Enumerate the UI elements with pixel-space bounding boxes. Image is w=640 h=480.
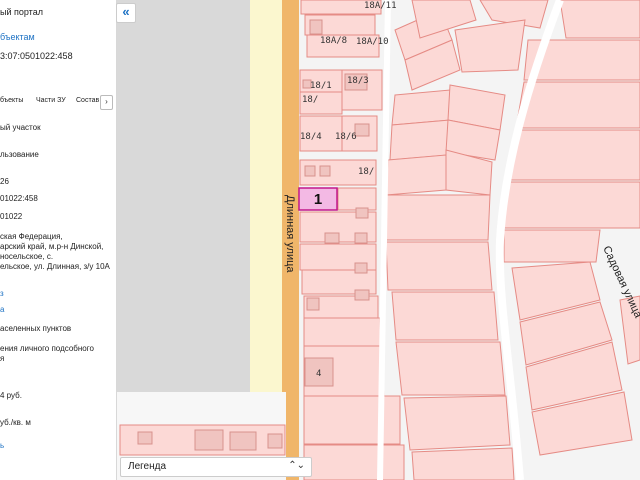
building — [354, 289, 370, 301]
gray-area — [116, 0, 259, 392]
building — [304, 165, 316, 177]
parcel[interactable] — [391, 89, 451, 126]
info-line: уб./кв. м — [0, 418, 31, 427]
parcel-label: 18/ — [358, 167, 374, 177]
building — [306, 297, 320, 311]
parcel[interactable] — [403, 395, 511, 451]
info-line: 01022:458 — [0, 194, 38, 203]
info-line: я — [0, 354, 5, 363]
parcel-label: 18/1 — [310, 81, 332, 91]
parcel-label: 18/3 — [347, 76, 369, 86]
portal-title: ый портал — [0, 7, 43, 17]
parcel[interactable] — [303, 317, 381, 347]
parcel-label: 18А/10 — [356, 37, 389, 47]
chevron-up-down-icon: ⌃⌄ — [288, 460, 305, 471]
parcel[interactable] — [337, 187, 377, 211]
building — [324, 232, 340, 244]
building — [354, 232, 368, 244]
cadastral-map[interactable]: 1 18А/11 18А/8 18А/10 18/1 18/3 18/ 18/4… — [116, 0, 640, 480]
parcel-label: 18А/8 — [320, 36, 347, 46]
parcel[interactable] — [389, 119, 451, 161]
parcel-label: 18/4 — [300, 132, 322, 142]
parcel[interactable] — [391, 291, 499, 341]
parcel[interactable] — [385, 194, 491, 241]
parcel[interactable] — [503, 229, 601, 263]
object-tabs: бъекты Части ЗУ Состав › — [0, 95, 116, 110]
building — [354, 262, 368, 274]
info-link[interactable]: а — [0, 305, 4, 315]
parcel[interactable] — [411, 447, 515, 480]
info-line: льзование — [0, 150, 39, 159]
parcel[interactable] — [515, 81, 640, 129]
parcel[interactable] — [559, 0, 640, 39]
parcel[interactable] — [303, 444, 405, 480]
building — [355, 207, 369, 219]
tab-objects[interactable]: бъекты — [0, 97, 23, 104]
address-line: ская Федерация, — [0, 232, 63, 241]
parcel-label: 18/6 — [335, 132, 357, 142]
parcel[interactable] — [303, 395, 401, 445]
selected-parcel-label: 1 — [314, 191, 322, 208]
building — [319, 165, 331, 177]
street-label-long: Длинная улица — [284, 195, 296, 273]
parcel-label: 18/ — [302, 95, 318, 105]
parcel[interactable] — [385, 241, 493, 291]
info-line: 26 — [0, 177, 9, 186]
tab-parts[interactable]: Части ЗУ — [36, 97, 66, 104]
building — [309, 19, 323, 35]
address-line: арский край, м.р-н Динской, — [0, 242, 104, 251]
tab-composition[interactable]: Состав — [76, 97, 99, 104]
info-link[interactable]: з — [0, 289, 4, 299]
cadastral-number: 3:07:0501022:458 — [0, 51, 73, 61]
tabs-next-button[interactable]: › — [100, 95, 113, 110]
info-line: ения личного подсобного — [0, 344, 94, 353]
building — [267, 433, 283, 449]
building — [354, 123, 370, 137]
collapse-sidebar-button[interactable]: « — [116, 3, 136, 23]
building — [137, 431, 153, 445]
parcel[interactable] — [395, 341, 506, 396]
legend-label: Легенда — [128, 461, 167, 472]
building — [194, 429, 224, 451]
parcel-label: 4 — [316, 369, 321, 379]
map-canvas[interactable]: 1 18А/11 18А/8 18А/10 18/1 18/3 18/ 18/4… — [116, 0, 640, 480]
address-line: носельское, с. — [0, 252, 54, 261]
parcel[interactable] — [385, 154, 447, 196]
info-line: аселенных пунктов — [0, 324, 72, 333]
parcel-label: 18А/11 — [364, 1, 397, 11]
info-line: ый участок — [0, 123, 41, 132]
building — [229, 431, 257, 451]
info-sidebar: ый портал бъектам 3:07:0501022:458 бъект… — [0, 0, 117, 480]
objects-link[interactable]: бъектам — [0, 32, 35, 42]
legend-select[interactable]: Легенда ⌃⌄ — [120, 457, 312, 477]
info-link[interactable]: ь — [0, 441, 4, 451]
address-line: ельское, ул. Длинная, з/у 10А — [0, 262, 110, 271]
info-line: 01022 — [0, 212, 23, 221]
parcel[interactable] — [503, 181, 640, 229]
info-line: 4 руб. — [0, 391, 22, 400]
parcel[interactable] — [507, 129, 640, 181]
